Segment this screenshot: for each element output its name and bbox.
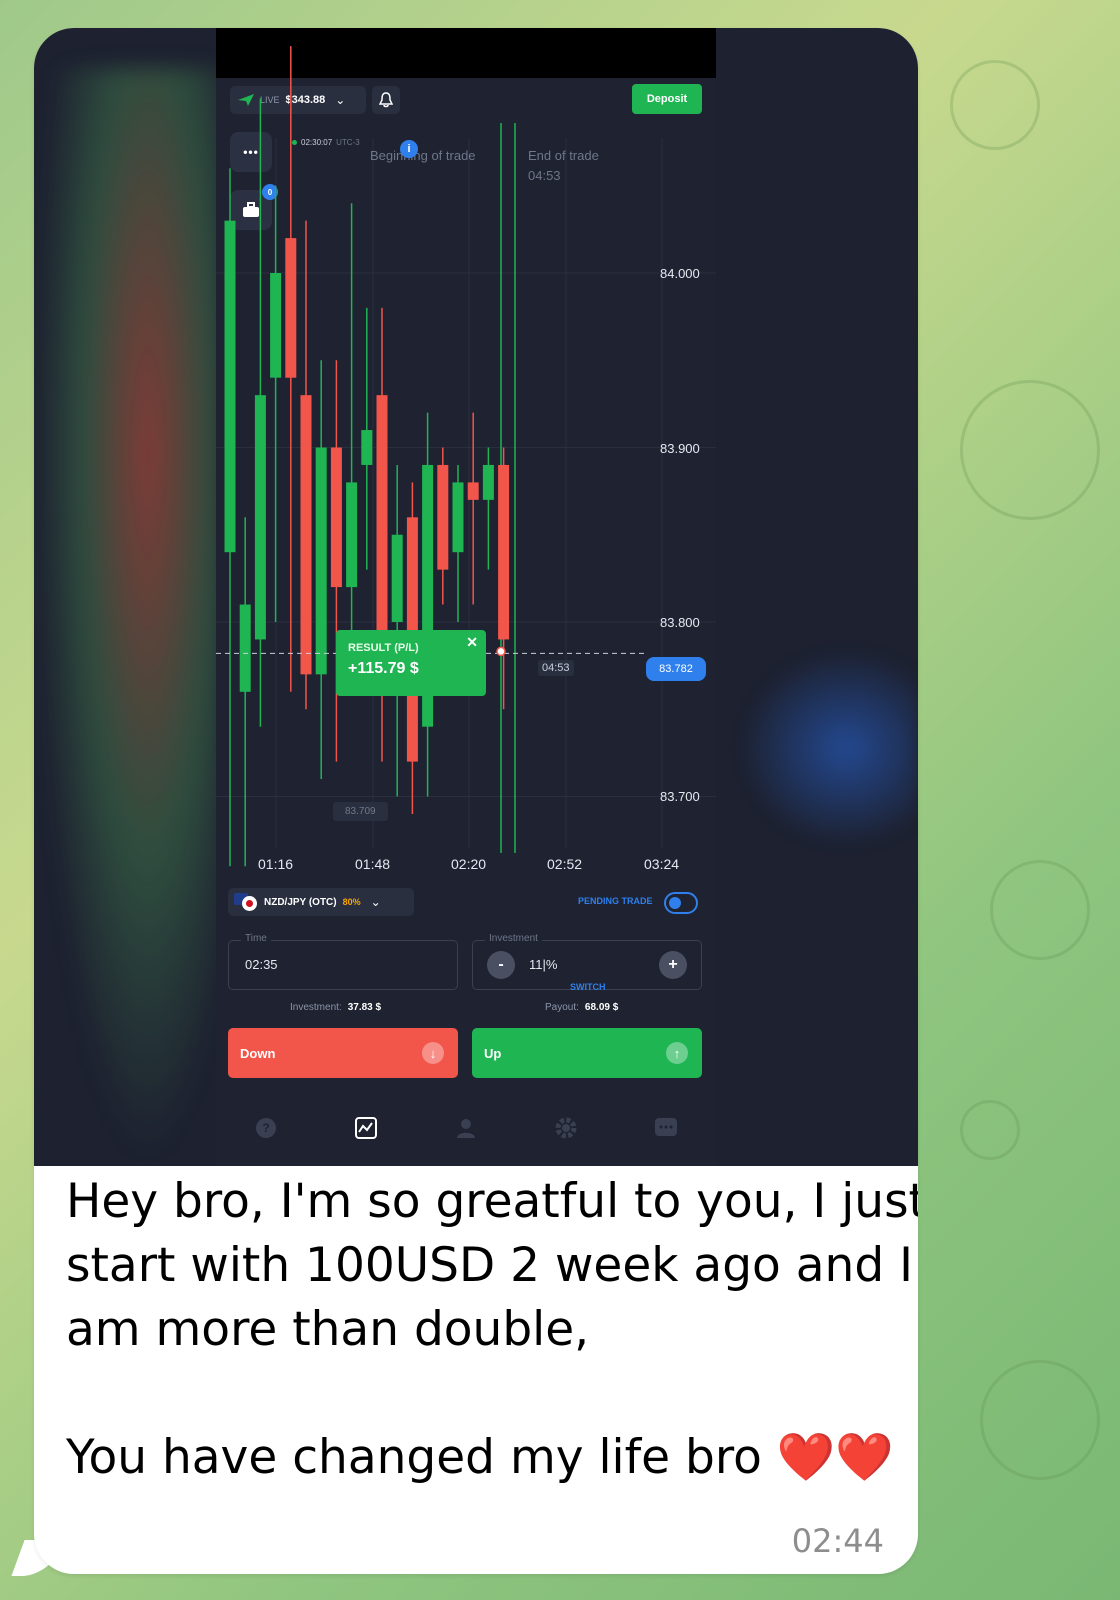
close-icon[interactable]: ✕ — [466, 634, 478, 651]
investment-field-label: Investment — [485, 933, 542, 944]
toggle-knob — [669, 897, 681, 909]
switch-link[interactable]: SWITCH — [570, 982, 606, 992]
price-tick: 83.800 — [660, 615, 700, 630]
end-of-trade-time: 04:53 — [528, 168, 561, 183]
investment-info-label: Investment: — [290, 1002, 342, 1013]
wallpaper-doodle — [950, 60, 1040, 150]
candle-body — [498, 464, 510, 640]
clock-timezone: UTC-3 — [336, 138, 360, 147]
nzd-jpy-flag-icon — [234, 893, 258, 911]
wallpaper-doodle — [960, 380, 1100, 520]
down-button-label: Down — [240, 1045, 276, 1061]
time-tick: 03:24 — [644, 856, 680, 872]
decrease-investment-button[interactable]: - — [487, 951, 515, 979]
result-value: +115.79 $ — [348, 660, 419, 677]
wallpaper-doodle — [990, 860, 1090, 960]
trade-info-icon[interactable]: i — [400, 140, 418, 158]
candle-body — [452, 482, 464, 553]
message-text: Hey bro, I'm so greatful to you, I just … — [66, 1170, 918, 1490]
candle-body — [285, 238, 297, 378]
time-tick: 02:52 — [547, 856, 583, 872]
blurred-background — [34, 68, 224, 1166]
message-line: am more than double, — [66, 1302, 590, 1357]
time-field[interactable]: Time 02:35 — [228, 933, 458, 990]
candle-body — [361, 430, 373, 465]
trading-app-screen: LIVE $343.88 ⌄ Deposit ••• 0 02:30:07 UT… — [216, 28, 716, 1166]
increase-investment-button[interactable]: + — [659, 951, 687, 979]
clock-time: 02:30:07 — [301, 138, 333, 147]
price-tick: 83.700 — [660, 789, 700, 804]
candle-body — [254, 395, 266, 640]
arrow-up-icon: ↑ — [666, 1042, 688, 1064]
pending-trade-label: PENDING TRADE — [578, 896, 653, 906]
arrow-down-icon: ↓ — [422, 1042, 444, 1064]
trade-point — [496, 646, 506, 657]
investment-field-value: 11|% — [529, 957, 558, 972]
pending-trade-toggle[interactable] — [664, 892, 698, 914]
chart-icon[interactable] — [352, 1114, 380, 1142]
settings-icon[interactable] — [552, 1114, 580, 1142]
candle-body — [300, 395, 312, 675]
up-button-label: Up — [484, 1045, 502, 1061]
candle-body — [239, 604, 251, 692]
candle-body — [330, 447, 342, 588]
candle-body — [482, 464, 494, 500]
candle-body — [346, 482, 358, 588]
candle-body — [315, 447, 327, 675]
end-of-trade-label: End of trade — [528, 148, 599, 163]
message-bubble[interactable]: LIVE $343.88 ⌄ Deposit ••• 0 02:30:07 UT… — [34, 28, 918, 1574]
help-icon[interactable]: ? — [252, 1114, 280, 1142]
asset-selector[interactable]: NZD/JPY (OTC) 80% ⌄ — [228, 888, 414, 916]
current-price-tag: 83.782 — [646, 657, 706, 681]
price-tick: 84.000 — [660, 266, 700, 281]
candle-body — [437, 464, 449, 570]
asset-payout-percent: 80% — [342, 897, 361, 907]
beginning-of-trade-label: Beginning of trade — [370, 148, 476, 163]
candle-body — [467, 482, 479, 500]
profile-icon[interactable] — [452, 1114, 480, 1142]
investment-info: Investment: 37.83 $ — [290, 1002, 381, 1013]
message-timestamp: 02:44 — [791, 1522, 884, 1560]
candle-body — [391, 534, 403, 622]
message-line — [66, 1362, 886, 1426]
bottom-nav: ? — [216, 1100, 716, 1156]
message-line: Hey bro, I'm so greatful to you, I just — [66, 1174, 918, 1229]
payout-info-label: Payout: — [545, 1002, 579, 1013]
blurred-background — [738, 648, 918, 848]
time-tick: 01:16 — [258, 856, 294, 872]
result-popup[interactable]: RESULT (P/L) +115.79 $ ✕ — [336, 630, 486, 696]
candle-body — [270, 273, 282, 378]
time-field-label: Time — [241, 933, 271, 944]
time-tick: 01:48 — [355, 856, 391, 872]
message-line: You have changed my life bro ❤️❤️ — [66, 1430, 894, 1485]
screenshot-media[interactable]: LIVE $343.88 ⌄ Deposit ••• 0 02:30:07 UT… — [34, 28, 918, 1166]
down-button[interactable]: Down ↓ — [228, 1028, 458, 1078]
investment-info-value: 37.83 $ — [347, 1002, 382, 1013]
message-line: start with 100USD 2 week ago and I — [66, 1238, 913, 1293]
candle-body — [224, 220, 236, 553]
price-tick: 83.900 — [660, 441, 700, 456]
wallpaper-doodle — [980, 1360, 1100, 1480]
wallpaper-doodle — [960, 1100, 1020, 1160]
payout-info-value: 68.09 $ — [584, 1002, 619, 1013]
up-button[interactable]: Up ↑ — [472, 1028, 702, 1078]
timer-tag: 04:53 — [538, 660, 574, 676]
svg-text:?: ? — [262, 1121, 269, 1135]
server-clock: 02:30:07 UTC-3 — [292, 138, 360, 147]
chat-icon[interactable] — [652, 1114, 680, 1142]
asset-name: NZD/JPY (OTC) — [264, 896, 337, 908]
payout-info: Payout: 68.09 $ — [545, 1002, 618, 1013]
time-field-value: 02:35 — [245, 957, 278, 972]
low-price-marker: 83.709 — [333, 802, 388, 821]
live-dot — [292, 140, 297, 145]
chevron-down-icon: ⌄ — [370, 895, 381, 909]
time-tick: 02:20 — [451, 856, 487, 872]
result-title: RESULT (P/L) — [348, 642, 419, 654]
